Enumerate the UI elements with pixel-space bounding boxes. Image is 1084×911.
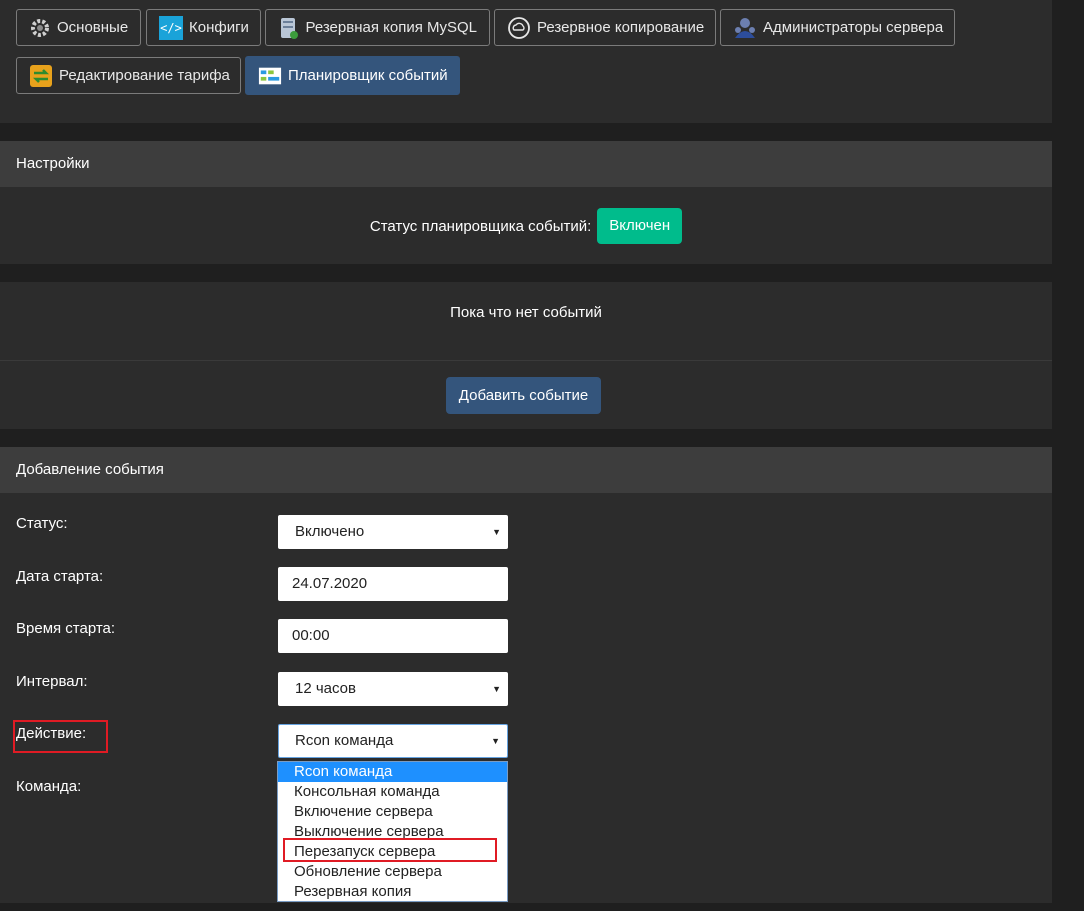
- tab-tariff[interactable]: Редактирование тарифа: [16, 57, 241, 94]
- gear-icon: [29, 16, 51, 40]
- interval-select-value: 12 часов: [295, 680, 356, 697]
- add-event-button[interactable]: Добавить событие: [446, 377, 601, 414]
- interval-select[interactable]: 12 часов ▼: [278, 672, 508, 706]
- tab-admins[interactable]: Администраторы сервера: [720, 9, 955, 46]
- interval-label: Интервал:: [16, 673, 88, 690]
- scheduler-status-row: Статус планировщика событий: Включен: [0, 208, 1052, 244]
- dropdown-option-console[interactable]: Консольная команда: [278, 782, 507, 802]
- tab-label: Конфиги: [189, 19, 249, 36]
- dropdown-option-backup[interactable]: Резервная копия: [278, 882, 507, 902]
- tab-mysql-backup[interactable]: Резервная копия MySQL: [265, 9, 490, 46]
- tab-label: Резервная копия MySQL: [305, 19, 477, 36]
- database-icon: [278, 16, 299, 40]
- tab-backup[interactable]: Резервное копирование: [494, 9, 716, 46]
- tab-label: Редактирование тарифа: [59, 67, 230, 84]
- command-label: Команда:: [16, 778, 82, 795]
- start-date-input[interactable]: 24.07.2020: [278, 567, 508, 601]
- tab-label: Планировщик событий: [288, 67, 448, 84]
- scheduler-status-label: Статус планировщика событий:: [369, 217, 592, 235]
- dropdown-option-start[interactable]: Включение сервера: [278, 802, 507, 822]
- settings-panel: Настройки Статус планировщика событий: В…: [0, 141, 1052, 264]
- tab-configs[interactable]: </> Конфиги: [146, 9, 261, 46]
- scheduler-icon: [258, 64, 282, 88]
- admins-icon: [733, 16, 757, 40]
- chevron-down-icon: ▼: [492, 527, 501, 537]
- no-events-text: Пока что нет событий: [450, 304, 602, 321]
- tab-basic[interactable]: Основные: [16, 9, 141, 46]
- chevron-down-icon: ▼: [491, 736, 500, 746]
- start-time-label: Время старта:: [16, 620, 116, 637]
- annotation-highlight-option: [283, 838, 497, 862]
- start-time-input[interactable]: 00:00: [278, 619, 508, 653]
- tab-label: Основные: [57, 19, 129, 36]
- action-select-value: Rcon команда: [295, 732, 394, 749]
- dropdown-option-rcon[interactable]: Rcon команда: [278, 762, 507, 782]
- annotation-highlight-label: [13, 720, 108, 753]
- settings-title: Настройки: [0, 141, 1052, 187]
- page-scrollbar[interactable]: [1052, 0, 1084, 911]
- start-date-label: Дата старта:: [16, 568, 104, 585]
- dropdown-option-update[interactable]: Обновление сервера: [278, 862, 507, 882]
- add-event-panel: Добавление события: [0, 447, 1052, 903]
- tab-scheduler[interactable]: Планировщик событий: [245, 56, 460, 95]
- scheduler-status-toggle[interactable]: Включен: [597, 208, 683, 244]
- events-panel: Пока что нет событий Добавить событие: [0, 282, 1052, 429]
- tab-label: Резервное копирование: [537, 19, 705, 36]
- add-event-title: Добавление события: [0, 447, 1052, 493]
- status-select-value: Включено: [295, 523, 365, 540]
- chevron-down-icon: ▼: [492, 684, 501, 694]
- action-dropdown-list: Rcon команда Консольная команда Включени…: [277, 761, 508, 902]
- status-label: Статус:: [16, 515, 68, 532]
- action-select[interactable]: Rcon команда ▼: [278, 724, 508, 758]
- svg-text:</>: </>: [160, 21, 182, 35]
- swap-icon: [29, 64, 53, 88]
- divider: [0, 360, 1052, 361]
- tabs-panel: Основные </> Конфиги Резервная копия MyS…: [0, 0, 1052, 123]
- code-icon: </>: [159, 15, 183, 40]
- tab-label: Администраторы сервера: [763, 19, 944, 36]
- status-select[interactable]: Включено ▼: [278, 515, 508, 549]
- cloud-backup-icon: [507, 16, 531, 40]
